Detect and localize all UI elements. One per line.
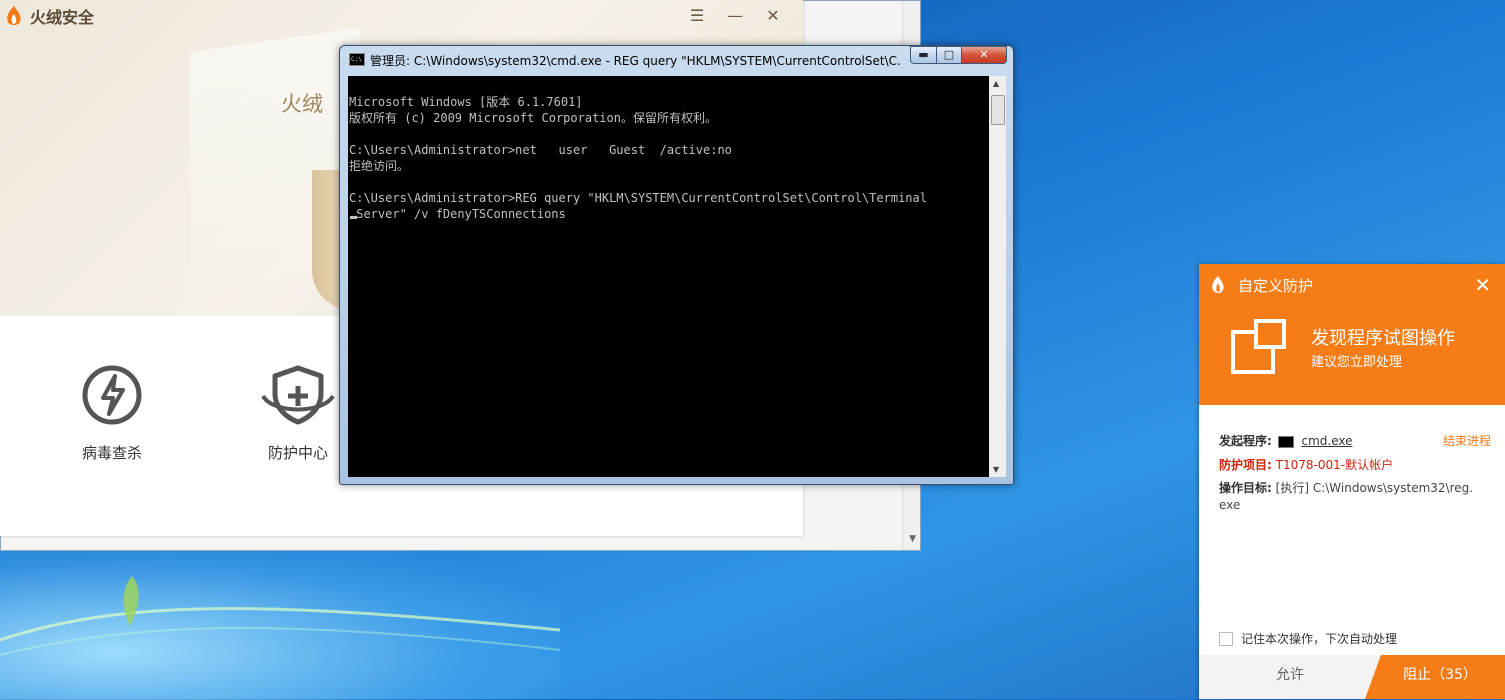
cmd-window-title: 管理员: C:\Windows\system32\cmd.exe - REG q… (370, 54, 900, 68)
target-value: [执行] C:\Windows\system32\reg. (1275, 481, 1474, 495)
app-name: 火绒安全 (30, 8, 95, 27)
popup-footer: 允许 阻止（35） (1199, 655, 1505, 699)
tool-virus-scan[interactable]: 病毒查杀 (62, 364, 162, 463)
target-row: 操作目标: [执行] C:\Windows\system32\reg. exe (1219, 480, 1491, 512)
bamboo-leaf-icon (123, 576, 139, 626)
wallpaper-swoosh (0, 607, 560, 656)
remember-option[interactable]: 记住本次操作，下次自动处理 (1219, 630, 1397, 647)
cmd-line: Microsoft Windows [版本 6.1.7601] (349, 95, 583, 109)
window-alert-icon (1231, 319, 1286, 374)
cmd-cursor (350, 216, 357, 219)
close-button[interactable]: ✕ (765, 6, 781, 25)
target-value-cont: exe (1219, 498, 1241, 512)
cmd-line: Server" /v fDenyTSConnections (349, 207, 566, 221)
cmd-titlebar[interactable]: C:\ 管理员: C:\Windows\system32\cmd.exe - R… (340, 46, 1013, 74)
popup-subline: 建议您立即处理 (1311, 355, 1403, 370)
protect-value: T1078-001-默认帐户 (1275, 458, 1394, 472)
header-title: 火绒 (281, 92, 323, 116)
scroll-up-arrow-icon[interactable]: ▲ (993, 79, 999, 88)
custom-protection-popup: 自定义防护 ✕ 发现程序试图操作 建议您立即处理 发起程序: cmd.exe 结… (1199, 264, 1505, 699)
tool-virus-scan-label: 病毒查杀 (81, 444, 142, 462)
target-label: 操作目标: (1219, 481, 1272, 495)
cmd-console[interactable]: Microsoft Windows [版本 6.1.7601] 版权所有 (c) … (348, 76, 1006, 477)
remember-label: 记住本次操作，下次自动处理 (1241, 632, 1398, 646)
allow-button[interactable]: 允许 (1199, 655, 1381, 699)
cmd-line: 版权所有 (c) 2009 Microsoft Corporation。保留所有… (349, 111, 717, 125)
tool-protection-center[interactable]: 防护中心 (248, 364, 348, 463)
end-process-link[interactable]: 结束进程 (1443, 432, 1491, 449)
huorong-flame-icon (1212, 276, 1224, 293)
remember-checkbox[interactable] (1219, 631, 1233, 646)
window-controls: ☰ — ✕ (689, 6, 781, 25)
initiator-row: 发起程序: cmd.exe 结束进程 (1219, 432, 1491, 456)
cmd-maximize-button[interactable]: □ (936, 46, 961, 64)
popup-headline: 发现程序试图操作 (1311, 328, 1455, 349)
lightning-circle-icon (82, 365, 142, 425)
scroll-down-arrow-icon[interactable]: ▼ (909, 534, 916, 544)
tool-protection-center-label: 防护中心 (267, 444, 328, 462)
huorong-logo: 火绒安全 (4, 4, 94, 28)
cmd-window-controls: ▬ □ ✕ (910, 46, 1007, 64)
popup-close-icon[interactable]: ✕ (1474, 273, 1491, 297)
initiator-link[interactable]: cmd.exe (1301, 434, 1352, 448)
huorong-flame-icon (7, 6, 21, 25)
scroll-down-arrow-icon[interactable]: ▼ (993, 465, 999, 474)
block-button[interactable]: 阻止（35） (1365, 655, 1505, 699)
popup-info: 发起程序: cmd.exe 结束进程 防护项目: T1078-001-默认帐户 … (1219, 432, 1491, 512)
popup-title: 自定义防护 (1238, 277, 1314, 295)
cmd-app-icon: C:\ (349, 53, 365, 66)
cmd-scroll-thumb[interactable] (991, 95, 1005, 125)
cmd-line: 拒绝访问。 (349, 159, 410, 173)
cmd-close-button[interactable]: ✕ (961, 46, 1007, 64)
minimize-button[interactable]: — (727, 6, 743, 25)
cmd-scrollbar[interactable]: ▲ ▼ (989, 76, 1006, 477)
cmd-minimize-button[interactable]: ▬ (910, 46, 936, 64)
protect-label: 防护项目: (1219, 458, 1272, 472)
cmd-line: C:\Users\Administrator>REG query "HKLM\S… (349, 191, 927, 205)
protect-row: 防护项目: T1078-001-默认帐户 (1219, 456, 1491, 480)
cmd-output: Microsoft Windows [版本 6.1.7601] 版权所有 (c) … (349, 78, 989, 254)
cmd-exe-icon (1277, 435, 1294, 448)
cmd-window: C:\ 管理员: C:\Windows\system32\cmd.exe - R… (339, 45, 1014, 485)
menu-icon[interactable]: ☰ (689, 6, 705, 25)
cmd-line (349, 174, 989, 190)
cmd-line: C:\Users\Administrator>net user Guest /a… (349, 143, 732, 157)
shield-plus-icon (261, 365, 335, 425)
cmd-line (349, 126, 989, 142)
popup-header: 自定义防护 ✕ 发现程序试图操作 建议您立即处理 (1199, 264, 1505, 405)
initiator-label: 发起程序: (1219, 434, 1272, 448)
